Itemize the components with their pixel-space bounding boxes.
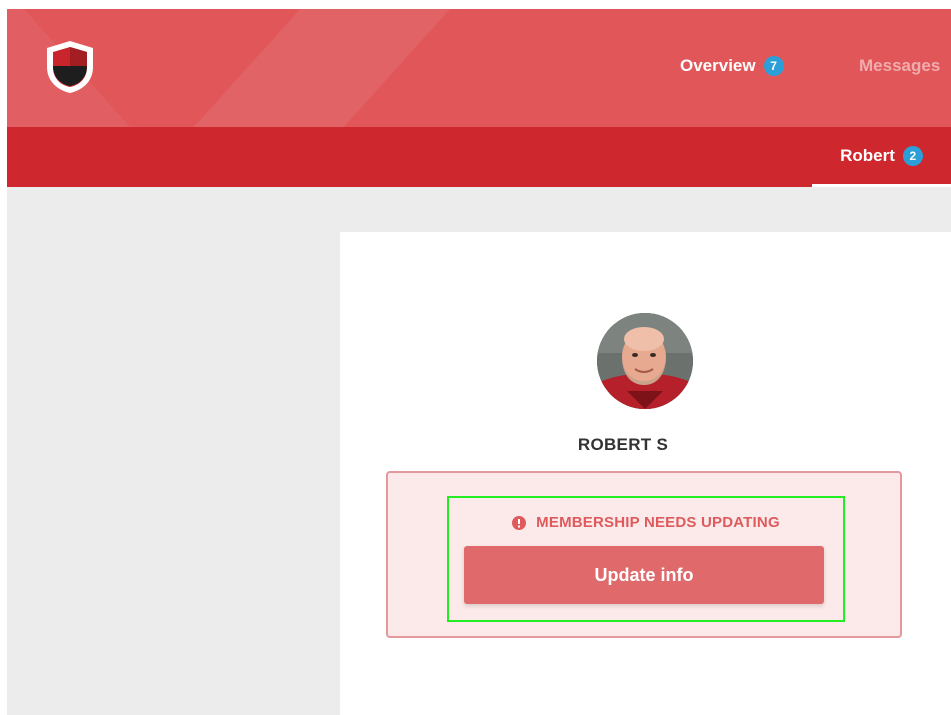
avatar-photo (597, 313, 693, 409)
nav-overview[interactable]: Overview 7 (680, 54, 784, 78)
profile-card: ROBERT S MEMBERSHIP NEEDS UPDATING Updat… (340, 232, 951, 715)
sub-header: Robert 2 (7, 127, 951, 187)
tab-robert[interactable]: Robert 2 (812, 127, 951, 187)
nav-messages[interactable]: Messages (859, 54, 940, 78)
profile-name: ROBERT S (577, 435, 669, 454)
overview-count-badge: 7 (763, 56, 784, 76)
update-info-button[interactable]: Update info (464, 546, 824, 604)
header-decoration (137, 9, 487, 127)
alert-message-row: MEMBERSHIP NEEDS UPDATING (449, 514, 843, 531)
membership-alert: MEMBERSHIP NEEDS UPDATING Update info (386, 471, 902, 638)
app-window: Overview 7 Messages Robert 2 ROBERT S ME… (7, 9, 951, 715)
user-count-badge: 2 (902, 145, 923, 166)
nav-messages-label: Messages (859, 56, 941, 75)
highlight-frame: MEMBERSHIP NEEDS UPDATING Update info (447, 496, 845, 622)
top-header: Overview 7 Messages (7, 9, 951, 127)
nav-overview-label: Overview (680, 56, 756, 75)
alert-message-text: MEMBERSHIP NEEDS UPDATING (536, 514, 780, 531)
user-tab-label: Robert (840, 145, 895, 165)
shield-logo-icon[interactable] (43, 39, 97, 95)
avatar (597, 313, 693, 409)
info-icon (512, 515, 527, 530)
